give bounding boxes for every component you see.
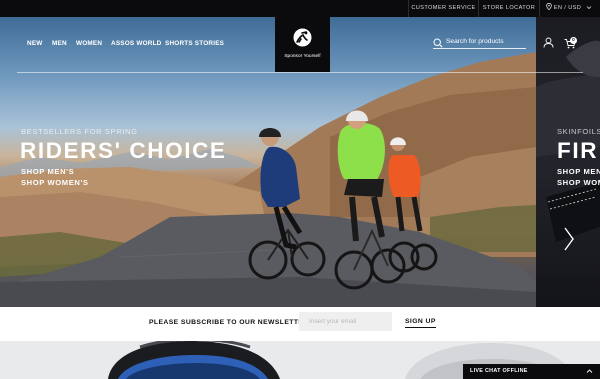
nav-item-men[interactable]: MEN (52, 40, 67, 47)
chevron-right-icon[interactable] (562, 226, 576, 252)
nav-item-women[interactable]: WOMEN (76, 40, 102, 47)
hero-kicker: BESTSELLERS FOR SPRING (21, 127, 138, 136)
next-slide-shop-womens-link[interactable]: SHOP WOMEN'S (557, 178, 600, 187)
language-currency-selector[interactable]: EN / USD (539, 0, 600, 17)
newsletter-bar: PLEASE SUBSCRIBE TO OUR NEWSLETTER SIGN … (0, 307, 600, 341)
assos-logo-icon (293, 28, 312, 47)
utility-bar: CUSTOMER SERVICE STORE LOCATOR EN / USD (0, 0, 600, 17)
chevron-up-icon (586, 369, 593, 373)
nav-item-assos-world[interactable]: ASSOS WORLD (111, 40, 162, 47)
next-slide-shop-mens-link[interactable]: SHOP MEN'S (557, 167, 600, 176)
customer-service-link[interactable]: CUSTOMER SERVICE (408, 0, 478, 17)
search-input[interactable]: Search for products (433, 37, 526, 49)
next-slide-kicker: SKINFOILS (557, 127, 600, 136)
hero-banner[interactable]: BESTSELLERS FOR SPRING RIDERS' CHOICE SH… (0, 17, 536, 307)
search-placeholder: Search for products (446, 38, 504, 45)
chevron-down-icon (586, 6, 592, 10)
nav-divider (17, 72, 583, 73)
next-slide-title: FIR (557, 138, 599, 163)
search-icon (433, 38, 443, 48)
account-icon[interactable] (543, 37, 554, 48)
store-locator-link[interactable]: STORE LOCATOR (478, 0, 539, 17)
cart-count-badge: 0 (570, 37, 577, 44)
newsletter-label: PLEASE SUBSCRIBE TO OUR NEWSLETTER (149, 319, 309, 326)
shop-mens-link[interactable]: SHOP MEN'S (21, 167, 74, 176)
logo-tagline: Sponsor Yourself (284, 54, 321, 59)
newsletter-email-input[interactable] (299, 312, 392, 331)
live-chat-tab[interactable]: LIVE CHAT OFFLINE (463, 364, 600, 379)
sign-up-button[interactable]: SIGN UP (405, 318, 436, 328)
location-pin-icon (545, 2, 552, 11)
hero-title: RIDERS' CHOICE (20, 138, 227, 163)
shop-womens-link[interactable]: SHOP WOMEN'S (21, 178, 89, 187)
logo[interactable]: Sponsor Yourself (275, 17, 330, 72)
nav-item-shorts-stories[interactable]: SHORTS STORIES (165, 40, 224, 47)
nav-item-new[interactable]: NEW (27, 40, 43, 47)
language-currency-label: EN / USD (553, 5, 582, 11)
live-chat-label: LIVE CHAT OFFLINE (470, 368, 528, 374)
